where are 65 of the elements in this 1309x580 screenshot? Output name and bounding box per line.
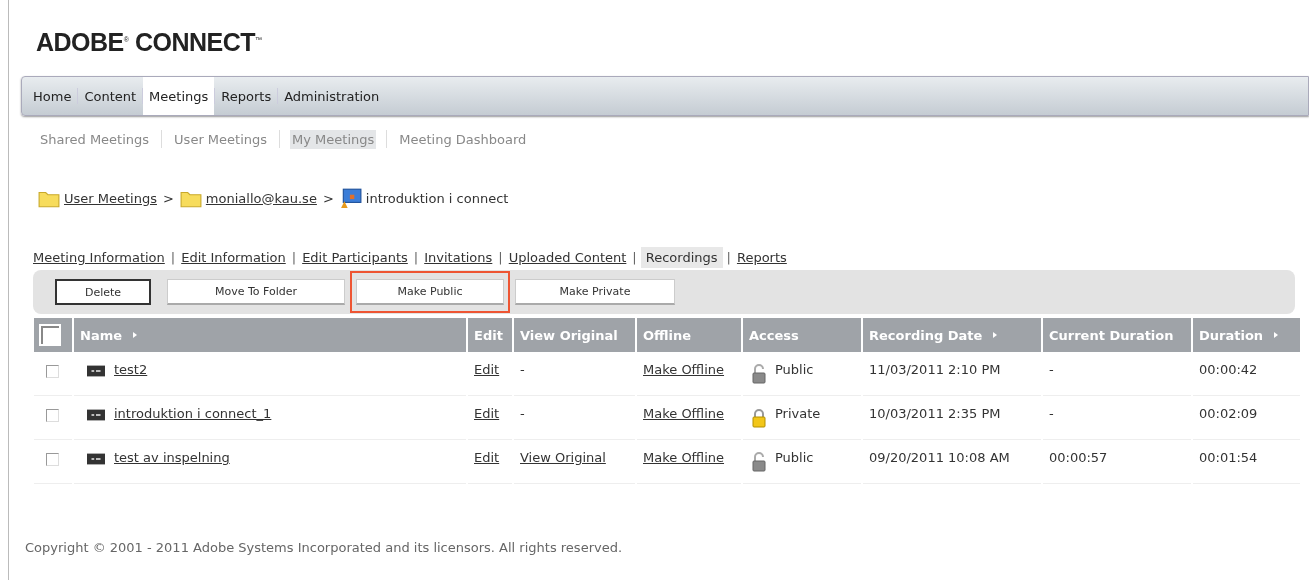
edit-link[interactable]: Edit — [474, 362, 500, 377]
column-header: Edit — [468, 318, 512, 352]
column-header: Access — [743, 318, 861, 352]
table-cell: 09/20/2011 10:08 AM — [869, 450, 1010, 465]
tab[interactable]: Reports — [734, 246, 789, 268]
tab[interactable]: Meeting Information — [31, 246, 167, 268]
recording-link[interactable]: test2 — [114, 362, 148, 377]
tab[interactable]: Uploaded Content — [506, 246, 629, 268]
checkbox[interactable] — [46, 409, 59, 422]
table-cell: - — [520, 406, 525, 421]
table-cell: - — [1049, 362, 1054, 377]
tab-separator: | — [291, 249, 297, 265]
table-cell: 00:00:57 — [1049, 450, 1108, 465]
meeting-icon — [339, 187, 362, 209]
table-cell: - — [1049, 406, 1054, 421]
column-header: Offline — [637, 318, 741, 352]
column-header: Current Duration — [1043, 318, 1191, 352]
tab[interactable]: Recordings — [640, 246, 723, 268]
checkbox[interactable] — [46, 453, 59, 466]
edit-link[interactable]: Edit — [474, 450, 500, 465]
breadcrumb-current: introduktion i connect — [365, 190, 509, 206]
tab-separator: | — [170, 249, 176, 265]
subnav-link[interactable]: Meeting Dashboard — [397, 129, 529, 149]
tab-separator: | — [726, 249, 731, 265]
nav-tab[interactable]: Meetings — [143, 77, 215, 115]
copyright-text: Copyright © 2001 - 2011 Adobe Systems Incorporated and its licensors. All rights reserved. — [24, 540, 624, 555]
tab[interactable]: Edit Participants — [300, 246, 410, 268]
subnav-link[interactable]: User Meetings — [172, 129, 270, 149]
tab[interactable]: Invitations — [422, 246, 495, 268]
table-cell: 00:02:09 — [1199, 406, 1258, 421]
breadcrumb-link[interactable]: User Meetings — [64, 190, 157, 206]
table-cell: 11/03/2011 2:10 PM — [869, 362, 1001, 377]
breadcrumb-link[interactable]: moniallo@kau.se — [205, 190, 317, 206]
table-cell: Public — [775, 362, 814, 377]
make-offline-link[interactable]: Make Offline — [643, 450, 725, 465]
make-offline-link[interactable]: Make Offline — [643, 362, 725, 377]
table-cell: - — [520, 362, 525, 377]
nav-tab[interactable]: Home — [27, 77, 78, 115]
table-cell: 00:00:42 — [1199, 362, 1258, 377]
table-cell: Public — [775, 450, 814, 465]
tab-separator: | — [413, 249, 419, 265]
table-cell: 00:01:54 — [1199, 450, 1258, 465]
recording-link[interactable]: introduktion i connect_1 — [114, 406, 272, 421]
toolbar-button[interactable]: Make Private — [515, 279, 675, 305]
subnav-link[interactable]: Shared Meetings — [38, 129, 152, 149]
recording-link[interactable]: test av inspelning — [114, 450, 230, 465]
make-offline-link[interactable]: Make Offline — [643, 406, 725, 421]
table-cell: Private — [775, 406, 821, 421]
column-header: View Original — [514, 318, 635, 352]
edit-link[interactable]: Edit — [474, 406, 500, 421]
logo: ADOBE$^{®}$ CONNECT$^{™}$ — [35, 27, 262, 58]
tab-separator: | — [632, 249, 637, 265]
nav-tab[interactable]: Reports — [215, 77, 278, 115]
checkbox[interactable] — [46, 365, 59, 378]
toolbar-button[interactable]: Move To Folder — [167, 279, 345, 305]
nav-tab[interactable]: Administration — [278, 77, 386, 115]
toolbar-button[interactable]: Delete — [55, 279, 151, 305]
table-cell: 10/03/2011 2:35 PM — [869, 406, 1001, 421]
breadcrumb-separator: > — [322, 190, 334, 206]
nav-tab[interactable]: Content — [78, 77, 143, 115]
toolbar-button[interactable]: Make Public — [356, 279, 504, 305]
view-original-link[interactable]: View Original — [520, 450, 606, 465]
tab[interactable]: Edit Information — [179, 246, 288, 268]
breadcrumb-separator: > — [162, 190, 174, 206]
tab-separator: | — [498, 249, 503, 265]
